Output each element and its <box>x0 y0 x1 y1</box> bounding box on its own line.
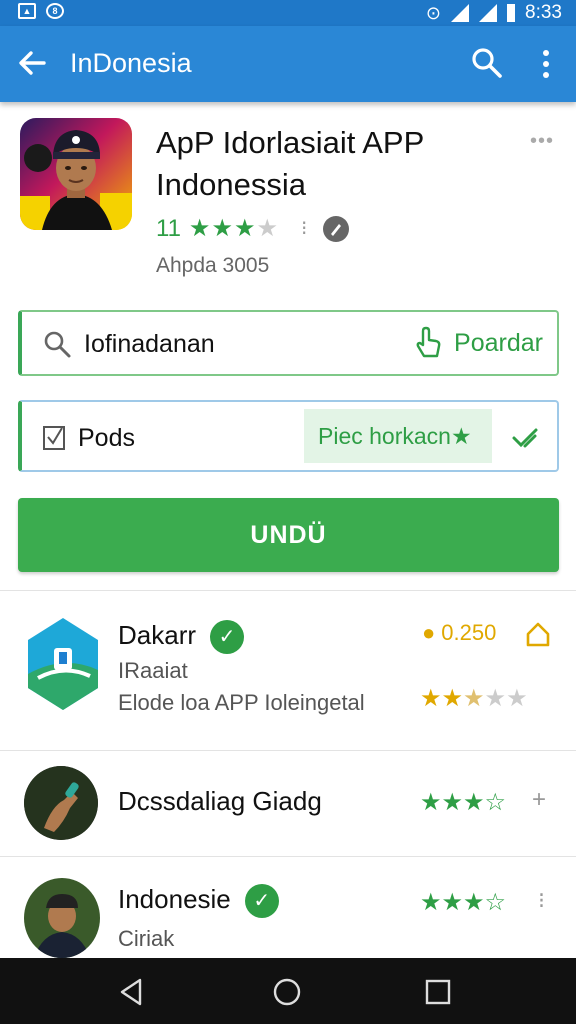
nav-recents-icon[interactable] <box>422 976 454 1008</box>
hand-pointer-icon <box>416 326 441 358</box>
signal-icon <box>479 4 498 22</box>
list-item-stars: ★★★☆ <box>420 889 507 916</box>
app-thumb <box>24 766 98 840</box>
app-notification-icon: 8 <box>46 3 64 19</box>
list-item-name: Indonesie ✓ <box>118 884 279 919</box>
coin-icon: ● <box>422 620 436 645</box>
list-item[interactable]: Dcssdaliag Giadg ★★★☆ + <box>0 752 576 856</box>
more-options-icon[interactable] <box>536 48 556 80</box>
list-item-name: Dakarr ✓ <box>118 620 245 655</box>
add-icon[interactable]: + <box>532 786 546 814</box>
system-nav-bar <box>0 958 576 1024</box>
status-bar: ▲ 8 ⊙ 8:33 <box>0 0 576 26</box>
overflow-dots-icon[interactable]: ••• <box>530 130 554 153</box>
app-rating: 11 ★★★★ ⁝ <box>156 214 350 243</box>
list-item[interactable]: Indonesie ✓ Ciriak ★★★☆ ⁝ <box>0 858 576 958</box>
nav-home-icon[interactable] <box>271 976 303 1008</box>
clock: 8:33 <box>525 2 562 23</box>
app-title: ApP Idorlasiait APP Indonessia <box>156 125 424 202</box>
option-value: Pods <box>78 424 135 452</box>
search-icon[interactable] <box>470 46 504 80</box>
verified-check-icon: ✓ <box>244 884 279 919</box>
notification-icon: ▲ <box>18 3 36 19</box>
rating-stars: ★★★★ <box>188 215 279 242</box>
rating-count: 11 <box>156 214 181 242</box>
divider <box>0 856 576 857</box>
search-action-button[interactable]: Poardar <box>412 326 543 360</box>
star-icon: ★ <box>450 423 472 449</box>
developer-name: Ahpda 3005 <box>156 254 270 277</box>
alarm-icon: ⊙ <box>425 2 442 23</box>
app-thumb <box>24 614 102 714</box>
info-dots-icon: ⁝ <box>300 218 308 240</box>
checkbox-icon[interactable] <box>42 424 66 452</box>
install-button[interactable]: UNDÜ <box>18 498 559 572</box>
app-header: ApP Idorlasiait APP Indonessia ••• 11 ★★… <box>0 108 576 298</box>
app-bar-title: InDonesia <box>70 48 192 78</box>
divider <box>0 750 576 751</box>
more-options-icon[interactable]: ⁝ <box>538 888 545 914</box>
price-tag: ● 0.250 <box>422 620 497 645</box>
divider <box>0 590 576 591</box>
search-action-label: Poardar <box>454 328 543 357</box>
list-item-description: Elode loa APP Ioleingetal <box>118 690 365 715</box>
list-item-subtitle: IRaaiat <box>118 658 188 683</box>
send-arrow-icon[interactable] <box>511 424 539 452</box>
nav-back-icon[interactable] <box>116 976 148 1008</box>
list-item[interactable]: Dakarr ✓ IRaaiat Elode loa APP Ioleingeta… <box>0 600 576 750</box>
list-item-name: Dcssdaliag Giadg <box>118 786 322 816</box>
back-arrow-icon[interactable] <box>16 46 48 80</box>
app-icon <box>20 118 132 230</box>
battery-icon <box>507 4 516 22</box>
list-item-stars: ★★★★★ <box>420 685 528 712</box>
home-icon[interactable] <box>524 620 552 648</box>
search-field[interactable]: Iofinadanan Poardar <box>18 310 559 376</box>
app-bar: InDonesia <box>0 26 576 102</box>
option-field[interactable]: Pods Piec horkacn★ <box>18 400 559 472</box>
pen-icon <box>323 215 350 242</box>
wifi-icon <box>451 4 470 22</box>
verified-check-icon: ✓ <box>210 620 245 655</box>
list-item-subtitle: Ciriak <box>118 926 175 951</box>
list-item-stars: ★★★☆ <box>420 789 507 816</box>
app-thumb <box>24 878 100 958</box>
option-chip-label: Piec horkacn <box>318 423 451 449</box>
search-icon <box>44 331 71 358</box>
option-chip[interactable]: Piec horkacn★ <box>304 409 492 463</box>
search-value: Iofinadanan <box>84 330 215 358</box>
